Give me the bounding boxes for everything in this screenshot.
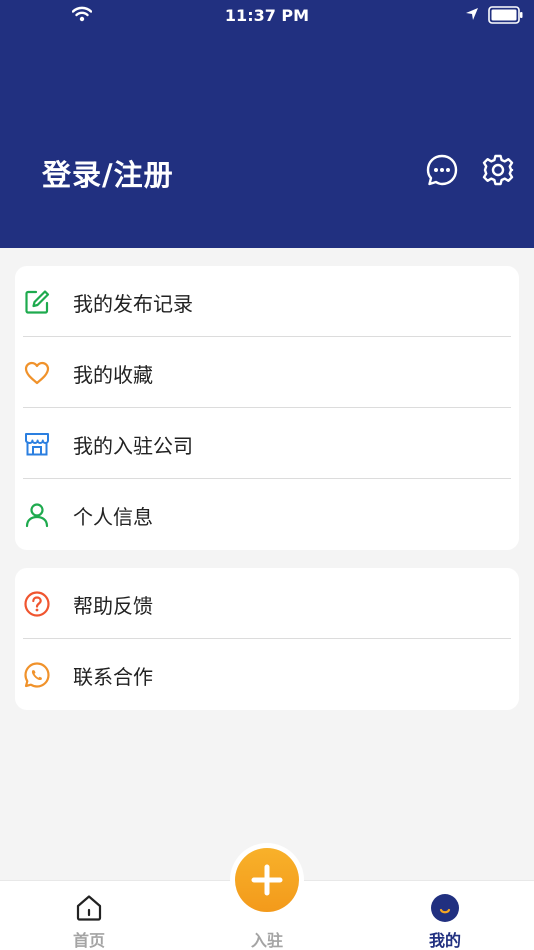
smile-icon [431,894,459,922]
tab-home[interactable]: 首页 [39,881,139,950]
profile-header: 11:37 PM 登录/注册 [0,0,534,248]
tab-mine[interactable]: 我的 [395,881,495,950]
heart-icon [24,361,50,385]
menu-item-personal-info[interactable]: 个人信息 [15,479,519,550]
store-icon [25,433,49,456]
message-button[interactable] [424,152,460,188]
menu-item-label: 我的收藏 [73,363,153,387]
phone-icon [24,662,50,688]
plus-icon [251,864,283,896]
menu-item-my-company[interactable]: 我的入驻公司 [15,408,519,479]
tab-label: 入驻 [250,931,283,950]
tab-label: 我的 [428,931,461,950]
edit-icon [25,290,50,314]
settings-button[interactable] [480,152,516,188]
menu-item-label: 个人信息 [73,505,153,529]
message-icon [426,154,458,186]
menu-item-help-feedback[interactable]: 帮助反馈 [15,568,519,639]
battery-icon [488,6,523,24]
user-icon [25,503,49,528]
menu-item-label: 帮助反馈 [73,594,153,618]
menu-card-support: 帮助反馈 联系合作 [15,568,519,710]
status-time: 11:37 PM [224,6,310,25]
login-register-link[interactable]: 登录/注册 [42,152,174,194]
help-icon [24,591,50,617]
menu-item-label: 联系合作 [73,665,153,689]
home-icon [76,895,102,921]
tab-label: 首页 [72,931,105,950]
menu-item-contact-cooperation[interactable]: 联系合作 [15,639,519,710]
menu-card-main: 我的发布记录 我的收藏 我的入驻公司 个人信息 [15,266,519,550]
join-plus-button[interactable] [230,843,304,917]
plus-button-circle [235,848,299,912]
status-bar: 11:37 PM [0,0,534,32]
gear-icon [482,154,514,186]
menu-item-favorites[interactable]: 我的收藏 [15,337,519,408]
menu-item-my-posts[interactable]: 我的发布记录 [15,266,519,337]
menu-item-label: 我的入驻公司 [73,434,193,458]
menu-item-label: 我的发布记录 [73,292,193,316]
location-arrow-icon [466,8,478,20]
